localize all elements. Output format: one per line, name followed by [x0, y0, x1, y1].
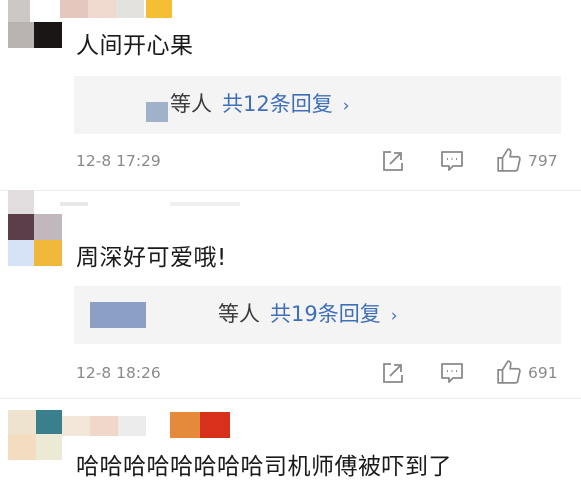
share-icon[interactable]: [381, 149, 405, 173]
chevron-right-icon: ›: [390, 306, 398, 326]
reply-text: 等人 共19条回复 ›: [218, 300, 398, 330]
comment-text: 人间开心果: [76, 33, 194, 59]
replier-avatar-mosaic: [146, 102, 168, 122]
comment-icon[interactable]: [440, 149, 464, 173]
reply-count-link[interactable]: 共12条回复: [222, 92, 333, 116]
reply-text: 等人 共12条回复 ›: [170, 90, 350, 120]
reply-summary[interactable]: 等人 共19条回复 ›: [74, 286, 561, 344]
reply-by: 等人: [170, 92, 212, 116]
comment-icon[interactable]: [440, 361, 464, 385]
replier-avatar-mosaic: [90, 302, 146, 328]
like-count: 691: [528, 364, 558, 382]
comment-date: 12-8 17:29: [76, 152, 161, 170]
comment-1: 人间开心果 等人 共12条回复 › 12-8 17:29 797: [0, 0, 581, 190]
comment-2: 周深好可爱哦! 等人 共19条回复 › 12-8 18:26 691: [0, 190, 581, 390]
like-count: 797: [528, 152, 558, 170]
comment-text: 哈哈哈哈哈哈哈哈司机师傅被吓到了: [76, 454, 452, 480]
reply-summary[interactable]: 等人 共12条回复 ›: [74, 76, 561, 134]
reply-by: 等人: [218, 302, 260, 326]
thumbs-up-icon[interactable]: [496, 147, 522, 173]
chevron-right-icon: ›: [342, 96, 350, 116]
comment-3: 哈哈哈哈哈哈哈哈司机师傅被吓到了: [0, 398, 581, 488]
comment-text: 周深好可爱哦!: [76, 245, 227, 271]
share-icon[interactable]: [381, 361, 405, 385]
reply-count-link[interactable]: 共19条回复: [270, 302, 381, 326]
thumbs-up-icon[interactable]: [496, 359, 522, 385]
comment-date: 12-8 18:26: [76, 364, 161, 382]
